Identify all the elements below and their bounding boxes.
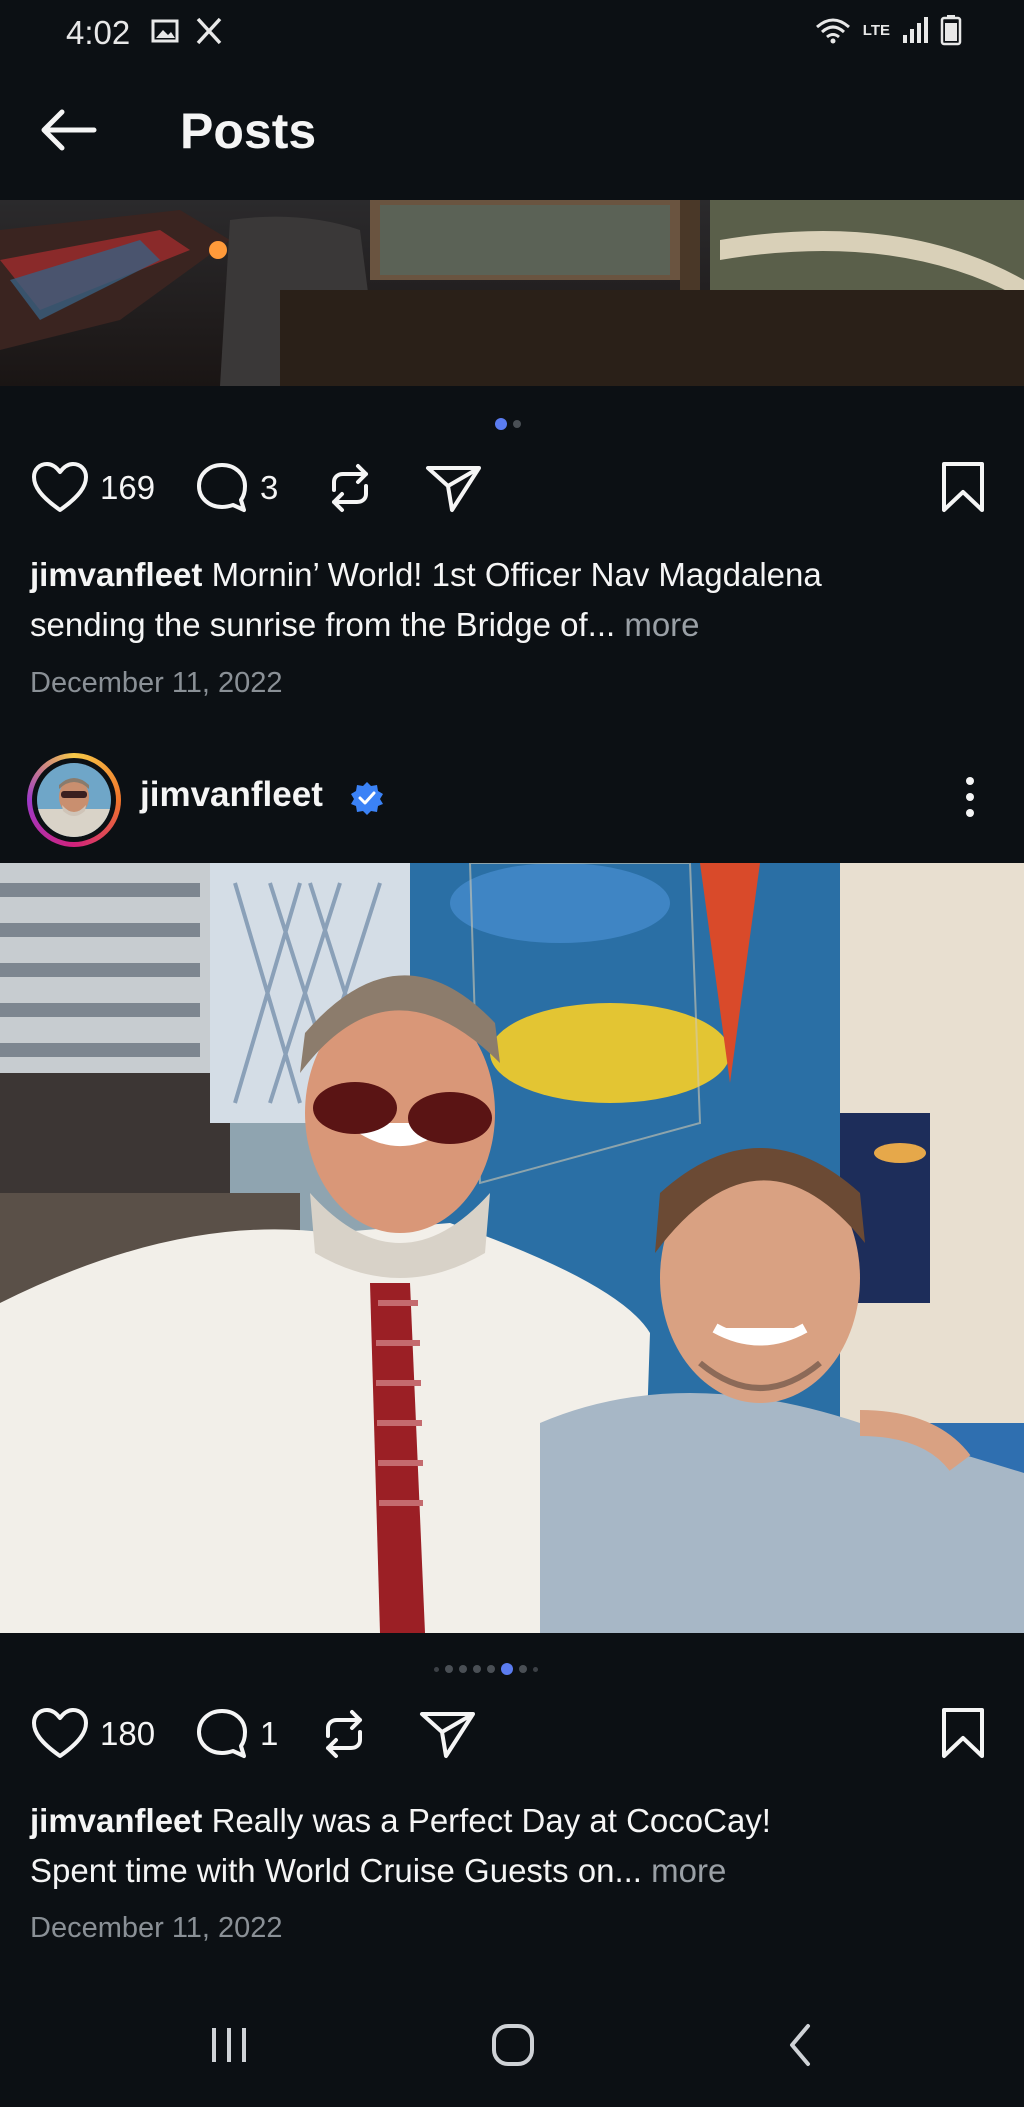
bookmark-icon — [942, 1708, 984, 1758]
carousel-dot — [487, 1665, 495, 1673]
home-icon[interactable] — [488, 2020, 538, 2070]
avatar — [37, 763, 111, 837]
carousel-dot-active — [501, 1663, 513, 1675]
post-actions: 180 1 — [30, 1706, 994, 1776]
page-title: Posts — [180, 103, 317, 159]
bridge-photo — [0, 200, 1024, 386]
send-icon — [420, 1712, 475, 1758]
status-notification-icons — [150, 16, 224, 46]
repost-button[interactable] — [316, 1706, 372, 1762]
post-caption: jimvanfleet Really was a Perfect Day at … — [30, 1796, 990, 1896]
carousel-dot — [513, 420, 521, 428]
x-logo-icon — [196, 17, 222, 45]
heart-icon — [32, 462, 88, 512]
comments-count: 1 — [260, 1715, 279, 1752]
bookmark-icon — [942, 462, 984, 512]
caption-text: Mornin’ World! 1st Officer Nav Magdalena — [202, 556, 822, 593]
heart-icon — [32, 1708, 88, 1758]
comment-icon — [197, 1709, 247, 1758]
caption-username[interactable]: jimvanfleet — [30, 556, 202, 593]
comments-count: 3 — [260, 469, 279, 506]
save-button[interactable] — [940, 460, 986, 514]
comment-button[interactable]: 1 — [194, 1706, 278, 1762]
comment-button[interactable]: 3 — [194, 460, 278, 516]
save-button[interactable] — [940, 1706, 986, 1760]
carousel-dot — [459, 1665, 467, 1673]
carousel-dot — [473, 1665, 481, 1673]
app-header: Posts — [0, 64, 1024, 200]
share-button[interactable] — [424, 460, 484, 516]
arrow-left-icon[interactable] — [36, 106, 100, 154]
signal-icon — [903, 17, 928, 43]
post-username[interactable]: jimvanfleet — [140, 775, 323, 815]
post-caption: jimvanfleet Mornin’ World! 1st Officer N… — [30, 550, 990, 650]
carousel-dot-active — [495, 418, 507, 430]
post-actions: 169 3 — [30, 460, 994, 530]
like-button[interactable]: 169 — [30, 460, 155, 516]
post-image[interactable] — [0, 863, 1024, 1633]
repost-button[interactable] — [322, 460, 378, 516]
status-bar: 4:02 LTE — [0, 0, 1024, 64]
likes-count: 180 — [100, 1715, 156, 1752]
gallery-icon — [151, 19, 179, 43]
carousel-dot — [533, 1666, 538, 1672]
caption-text: sending the sunrise from the Bridge of..… — [30, 606, 616, 643]
status-system-icons: LTE — [813, 14, 962, 46]
post-date: December 11, 2022 — [30, 667, 283, 699]
selfie-photo — [0, 863, 1024, 1633]
like-button[interactable]: 180 — [30, 1706, 155, 1762]
carousel-indicator — [434, 1663, 538, 1675]
lte-icon: LTE — [862, 21, 890, 39]
carousel-dot — [434, 1666, 439, 1672]
carousel-dot — [445, 1665, 453, 1673]
verified-badge-icon — [351, 782, 383, 815]
status-time: 4:02 — [66, 14, 131, 51]
post-date: December 11, 2022 — [30, 1912, 283, 1944]
caption-text: Spent time with World Cruise Guests on..… — [30, 1852, 642, 1889]
carousel-dot — [519, 1665, 527, 1673]
system-nav-bar — [0, 1990, 1024, 2107]
battery-icon — [940, 15, 962, 46]
comment-icon — [197, 463, 247, 512]
send-icon — [426, 466, 481, 512]
repost-icon — [332, 464, 368, 512]
caption-text: Really was a Perfect Day at CocoCay! — [202, 1802, 771, 1839]
carousel-indicator — [495, 418, 521, 430]
repost-icon — [326, 1710, 362, 1758]
back-icon[interactable] — [780, 2020, 820, 2070]
caption-username[interactable]: jimvanfleet — [30, 1802, 202, 1839]
likes-count: 169 — [100, 469, 156, 506]
share-button[interactable] — [418, 1706, 478, 1762]
recent-apps-icon[interactable] — [206, 2020, 252, 2070]
caption-more-link[interactable]: more — [651, 1852, 726, 1889]
caption-more-link[interactable]: more — [624, 606, 699, 643]
story-ring[interactable] — [27, 753, 121, 847]
post-header: jimvanfleet — [0, 745, 1024, 855]
post-image[interactable] — [0, 200, 1024, 386]
more-options-icon[interactable] — [960, 773, 980, 821]
wifi-icon — [815, 18, 850, 44]
